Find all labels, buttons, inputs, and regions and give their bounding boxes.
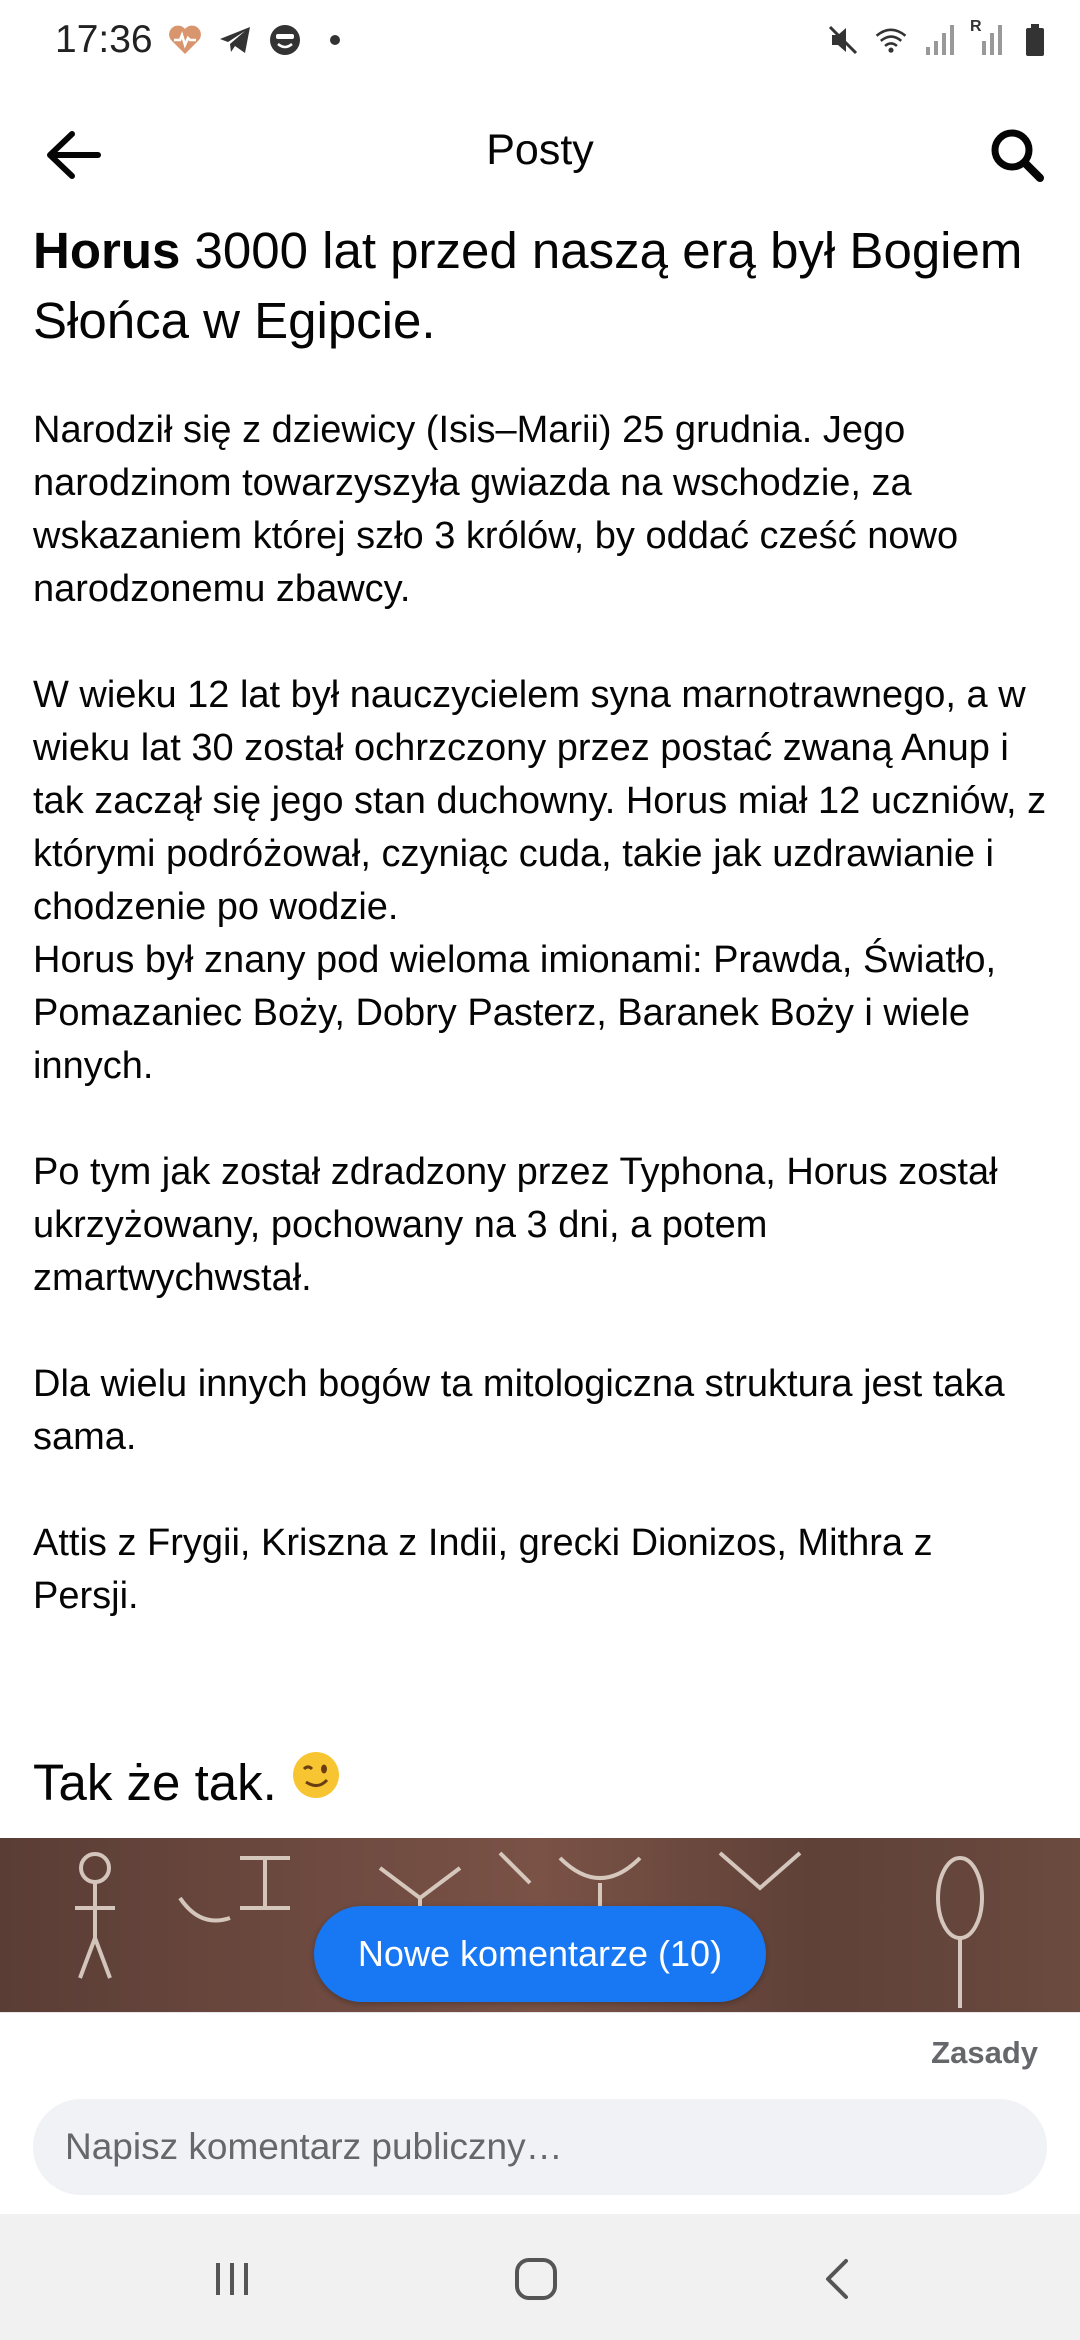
status-bar: 17:36 R <box>0 0 1080 86</box>
recent-apps-icon <box>216 2263 248 2295</box>
heart-pulse-icon <box>168 22 202 58</box>
post-paragraph: W wieku 12 lat był nauczycielem syna mar… <box>33 674 1047 1087</box>
comment-input[interactable] <box>33 2099 1047 2195</box>
rules-link[interactable]: Zasady <box>931 2035 1038 2071</box>
post-heading-bold: Horus <box>33 222 181 279</box>
battery-icon <box>1018 22 1052 58</box>
face-icon <box>268 22 302 58</box>
post-closing: Tak że tak. <box>33 1748 341 1818</box>
post-paragraph: Dla wielu innych bogów ta mitologiczna s… <box>33 1363 1005 1458</box>
app-header: Posty <box>0 86 1080 216</box>
post-paragraph: Attis z Frygii, Kriszna z Indii, grecki … <box>33 1522 933 1617</box>
back-nav-icon <box>826 2259 848 2299</box>
post-paragraph: Po tym jak został zdradzony przez Typhon… <box>33 1151 998 1299</box>
roaming-label: R <box>970 18 982 35</box>
winking-face-emoji <box>291 1748 341 1818</box>
home-button[interactable] <box>496 2244 576 2314</box>
post-paragraph: Narodził się z dziewicy (Isis–Marii) 25 … <box>33 409 959 610</box>
recent-apps-button[interactable] <box>192 2244 272 2314</box>
new-comments-button[interactable]: Nowe komentarze (10) <box>314 1906 766 2002</box>
telegram-icon <box>218 22 252 58</box>
search-button[interactable] <box>982 120 1052 190</box>
home-icon <box>515 2258 557 2300</box>
comment-area: Zasady <box>0 2012 1080 2215</box>
back-nav-button[interactable] <box>798 2244 878 2314</box>
signal-roaming-icon: R <box>970 18 1004 58</box>
page-title: Posty <box>486 126 594 174</box>
post-closing-text: Tak że tak. <box>33 1754 277 1811</box>
status-system-icons: R <box>826 18 1052 58</box>
post-heading: Horus 3000 lat przed naszą erą był Bogie… <box>33 216 1048 356</box>
wifi-icon <box>874 22 908 58</box>
mute-icon <box>826 22 860 58</box>
status-notification-icons <box>168 22 352 58</box>
post-heading-rest: 3000 lat przed naszą erą był Bogiem Słoń… <box>33 222 1023 349</box>
system-nav-bar <box>0 2214 1080 2340</box>
signal-icon <box>922 22 956 58</box>
screen: 17:36 R Posty Horus 3000 lat przed naszą… <box>0 0 1080 2340</box>
status-time: 17:36 <box>55 18 153 61</box>
dot-icon <box>318 22 352 58</box>
post-body: Horus 3000 lat przed naszą erą był Bogie… <box>33 216 1048 1623</box>
search-icon <box>991 129 1044 182</box>
